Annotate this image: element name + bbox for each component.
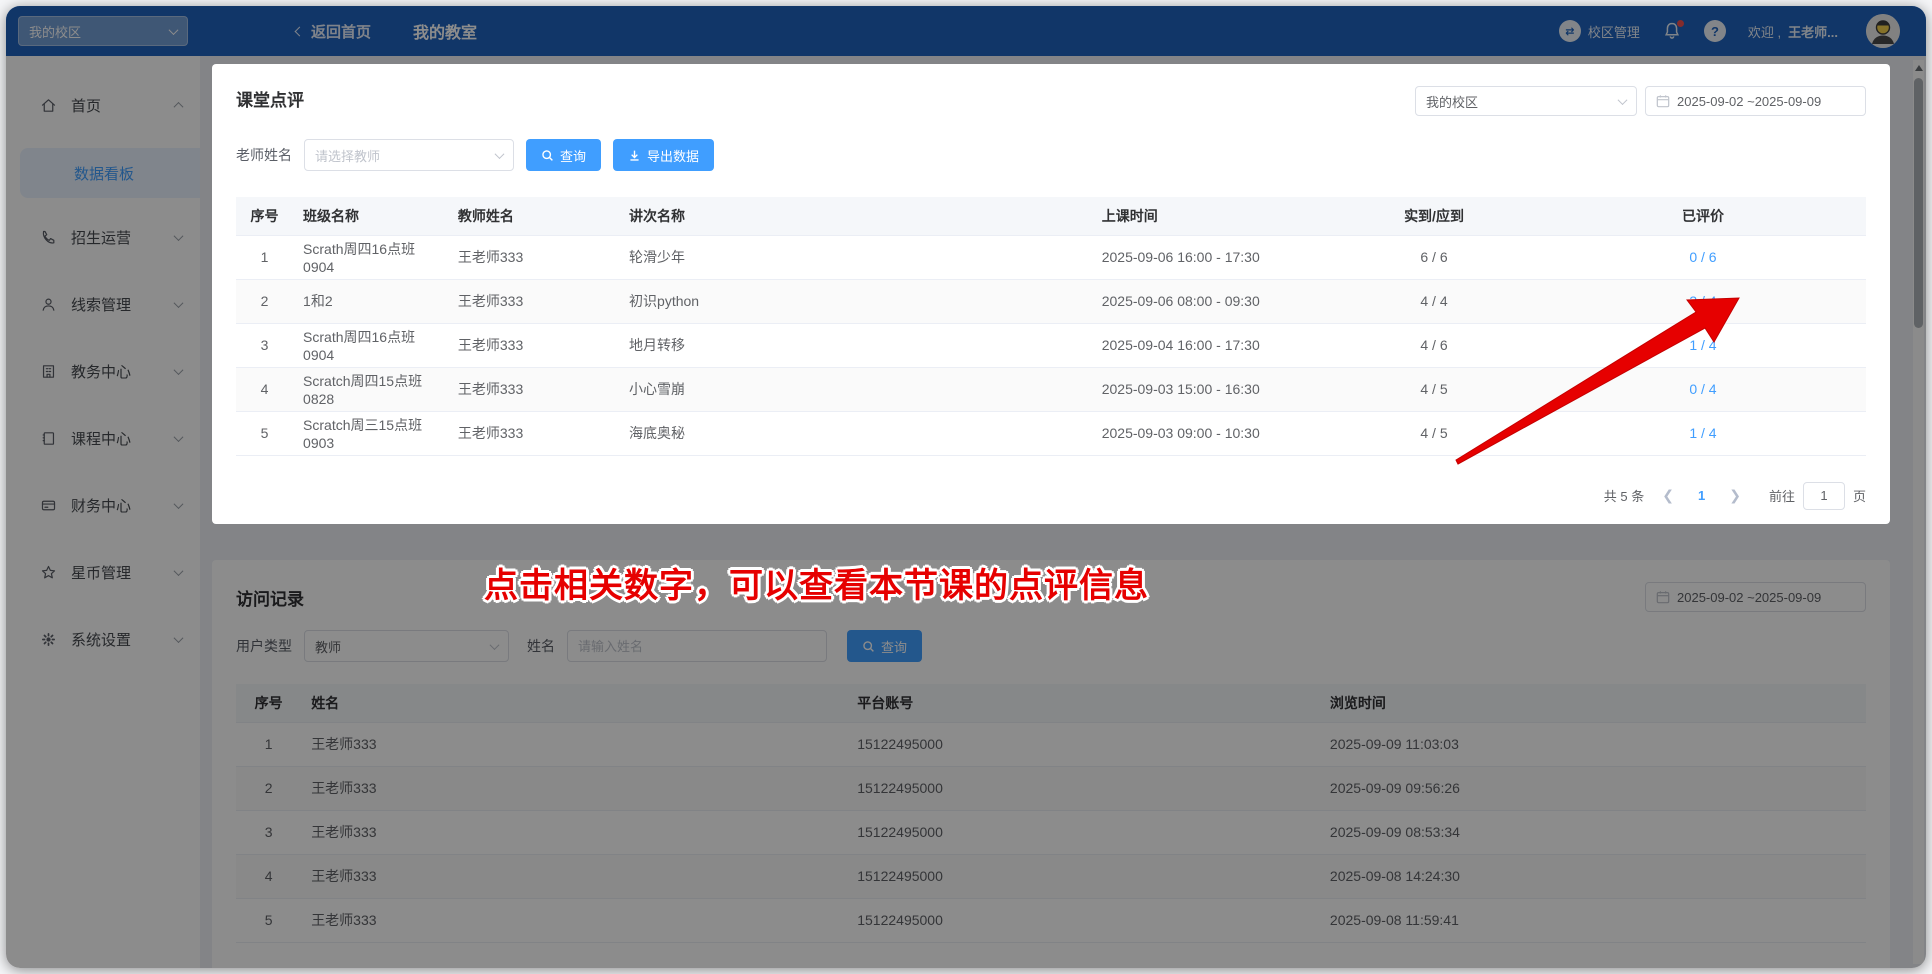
review-table-row: 1 Scrath周四16点班0904 王老师333 轮滑少年 2025-09-06 16… bbox=[236, 234, 1866, 280]
table-cell: 初识python bbox=[619, 279, 1092, 324]
table-cell: 1 / 4 bbox=[1539, 411, 1866, 456]
table-cell: 2025-09-06 16:00 - 17:30 bbox=[1091, 234, 1329, 280]
search-button[interactable]: 查询 bbox=[526, 139, 602, 171]
evaluated-count-link[interactable]: 1 / 4 bbox=[1689, 337, 1716, 353]
pagination: 共 5 条 ❮ 1 ❯ 前往 页 bbox=[236, 481, 1866, 510]
table-cell: 1和2 bbox=[293, 279, 448, 324]
table-cell: Scrath周四16点班0904 bbox=[293, 234, 448, 280]
table-cell: 2025-09-03 09:00 - 10:30 bbox=[1091, 411, 1329, 456]
review-table-row: 4 Scratch周四15点班0828 王老师333 小心雪崩 2025-09-03 1… bbox=[236, 367, 1866, 412]
chevron-down-icon bbox=[1617, 94, 1628, 105]
table-cell: 王老师333 bbox=[447, 234, 620, 280]
review-table-row: 5 Scratch周三15点班0903 王老师333 海底奥秘 2025-09-03 0… bbox=[236, 411, 1866, 456]
search-button-label: 查询 bbox=[560, 148, 587, 164]
table-cell: 4 / 4 bbox=[1328, 279, 1540, 324]
download-icon bbox=[630, 150, 639, 161]
evaluated-count-link[interactable]: 0 / 6 bbox=[1689, 249, 1716, 265]
teacher-select[interactable]: 请选择教师 bbox=[304, 139, 514, 171]
evaluated-count-link[interactable]: 0 / 4 bbox=[1689, 381, 1716, 397]
goto-label: 前往 bbox=[1768, 489, 1795, 504]
column-header: 教师姓名 bbox=[447, 197, 620, 235]
review-panel-title: 课堂点评 bbox=[236, 91, 304, 110]
prev-page-button[interactable]: ❮ bbox=[1658, 487, 1678, 504]
table-cell: 3 bbox=[236, 323, 294, 368]
table-cell: 4 / 5 bbox=[1328, 367, 1540, 412]
evaluated-count-link[interactable]: 1 / 4 bbox=[1689, 425, 1716, 441]
table-cell: 王老师333 bbox=[447, 279, 620, 324]
table-cell: 3 / 4 bbox=[1539, 279, 1866, 324]
table-cell: 海底奥秘 bbox=[619, 411, 1092, 456]
column-header: 上课时间 bbox=[1091, 197, 1329, 235]
table-cell: Scrath周四16点班0904 bbox=[293, 323, 448, 368]
review-date-range-picker[interactable]: 2025-09-02 ~2025-09-09 bbox=[1645, 86, 1866, 116]
table-cell: 轮滑少年 bbox=[619, 234, 1092, 280]
column-header: 讲次名称 bbox=[619, 197, 1092, 235]
teacher-select-placeholder: 请选择教师 bbox=[315, 148, 381, 164]
app-window: 我的校区 返回首页 我的教室 ⇄ 校区管理 ? 欢迎 , 王老师... 首页 数… bbox=[6, 6, 1926, 968]
column-header: 序号 bbox=[236, 197, 294, 235]
review-table-row: 2 1和2 王老师333 初识python 2025-09-06 08:00 - 09:… bbox=[236, 279, 1866, 324]
table-cell: 王老师333 bbox=[447, 367, 620, 412]
review-campus-select-value: 我的校区 bbox=[1426, 94, 1479, 110]
table-cell: 王老师333 bbox=[447, 411, 620, 456]
table-cell: 4 bbox=[236, 367, 294, 412]
table-cell: 0 / 6 bbox=[1539, 234, 1866, 280]
table-cell: 地月转移 bbox=[619, 323, 1092, 368]
table-cell: 2 bbox=[236, 279, 294, 324]
goto-page-suffix: 页 bbox=[1852, 489, 1866, 504]
table-cell: 0 / 4 bbox=[1539, 367, 1866, 412]
review-table: 序号 班级名称 教师姓名 讲次名称 上课时间 实到/应到 已评价 1 Scrath周四16点班… bbox=[236, 197, 1866, 456]
teacher-filter-label: 老师姓名 bbox=[236, 147, 292, 163]
review-campus-select[interactable]: 我的校区 bbox=[1415, 86, 1637, 116]
review-table-row: 3 Scrath周四16点班0904 王老师333 地月转移 2025-09-04 16… bbox=[236, 323, 1866, 368]
column-header: 实到/应到 bbox=[1328, 197, 1540, 235]
page-number-1[interactable]: 1 bbox=[1692, 488, 1711, 503]
table-cell: 5 bbox=[236, 411, 294, 456]
goto-page-input[interactable] bbox=[1802, 481, 1845, 510]
evaluated-count-link[interactable]: 3 / 4 bbox=[1689, 293, 1716, 309]
pagination-total: 共 5 条 bbox=[1603, 489, 1645, 504]
table-cell: Scratch周三15点班0903 bbox=[293, 411, 448, 456]
table-cell: Scratch周四15点班0828 bbox=[293, 367, 448, 412]
table-cell: 2025-09-03 15:00 - 16:30 bbox=[1091, 367, 1329, 412]
annotation-text: 点击相关数字，可以查看本节课的点评信息 bbox=[484, 567, 1149, 605]
column-header: 班级名称 bbox=[293, 197, 448, 235]
table-cell: 小心雪崩 bbox=[619, 367, 1092, 412]
review-table-body: 1 Scrath周四16点班0904 王老师333 轮滑少年 2025-09-06 16… bbox=[236, 234, 1866, 456]
table-cell: 4 / 5 bbox=[1328, 411, 1540, 456]
table-cell: 6 / 6 bbox=[1328, 234, 1540, 280]
next-page-button[interactable]: ❯ bbox=[1725, 487, 1745, 504]
export-data-button[interactable]: 导出数据 bbox=[613, 139, 715, 171]
table-cell: 1 / 4 bbox=[1539, 323, 1866, 368]
table-cell: 王老师333 bbox=[447, 323, 620, 368]
table-cell: 2025-09-04 16:00 - 17:30 bbox=[1091, 323, 1329, 368]
table-cell: 4 / 6 bbox=[1328, 323, 1540, 368]
table-cell: 2025-09-06 08:00 - 09:30 bbox=[1091, 279, 1329, 324]
review-date-range-value: 2025-09-02 ~2025-09-09 bbox=[1677, 93, 1822, 109]
classroom-review-panel: 课堂点评 我的校区 2025-09-02 ~2025-09-09 老师姓名 请选… bbox=[212, 64, 1890, 524]
column-header: 已评价 bbox=[1539, 197, 1866, 235]
calendar-icon bbox=[1656, 95, 1670, 108]
export-button-label: 导出数据 bbox=[647, 148, 700, 164]
search-icon bbox=[542, 149, 553, 161]
table-cell: 1 bbox=[236, 234, 294, 280]
review-table-header-row: 序号 班级名称 教师姓名 讲次名称 上课时间 实到/应到 已评价 bbox=[236, 197, 1866, 235]
chevron-down-icon bbox=[494, 148, 505, 159]
